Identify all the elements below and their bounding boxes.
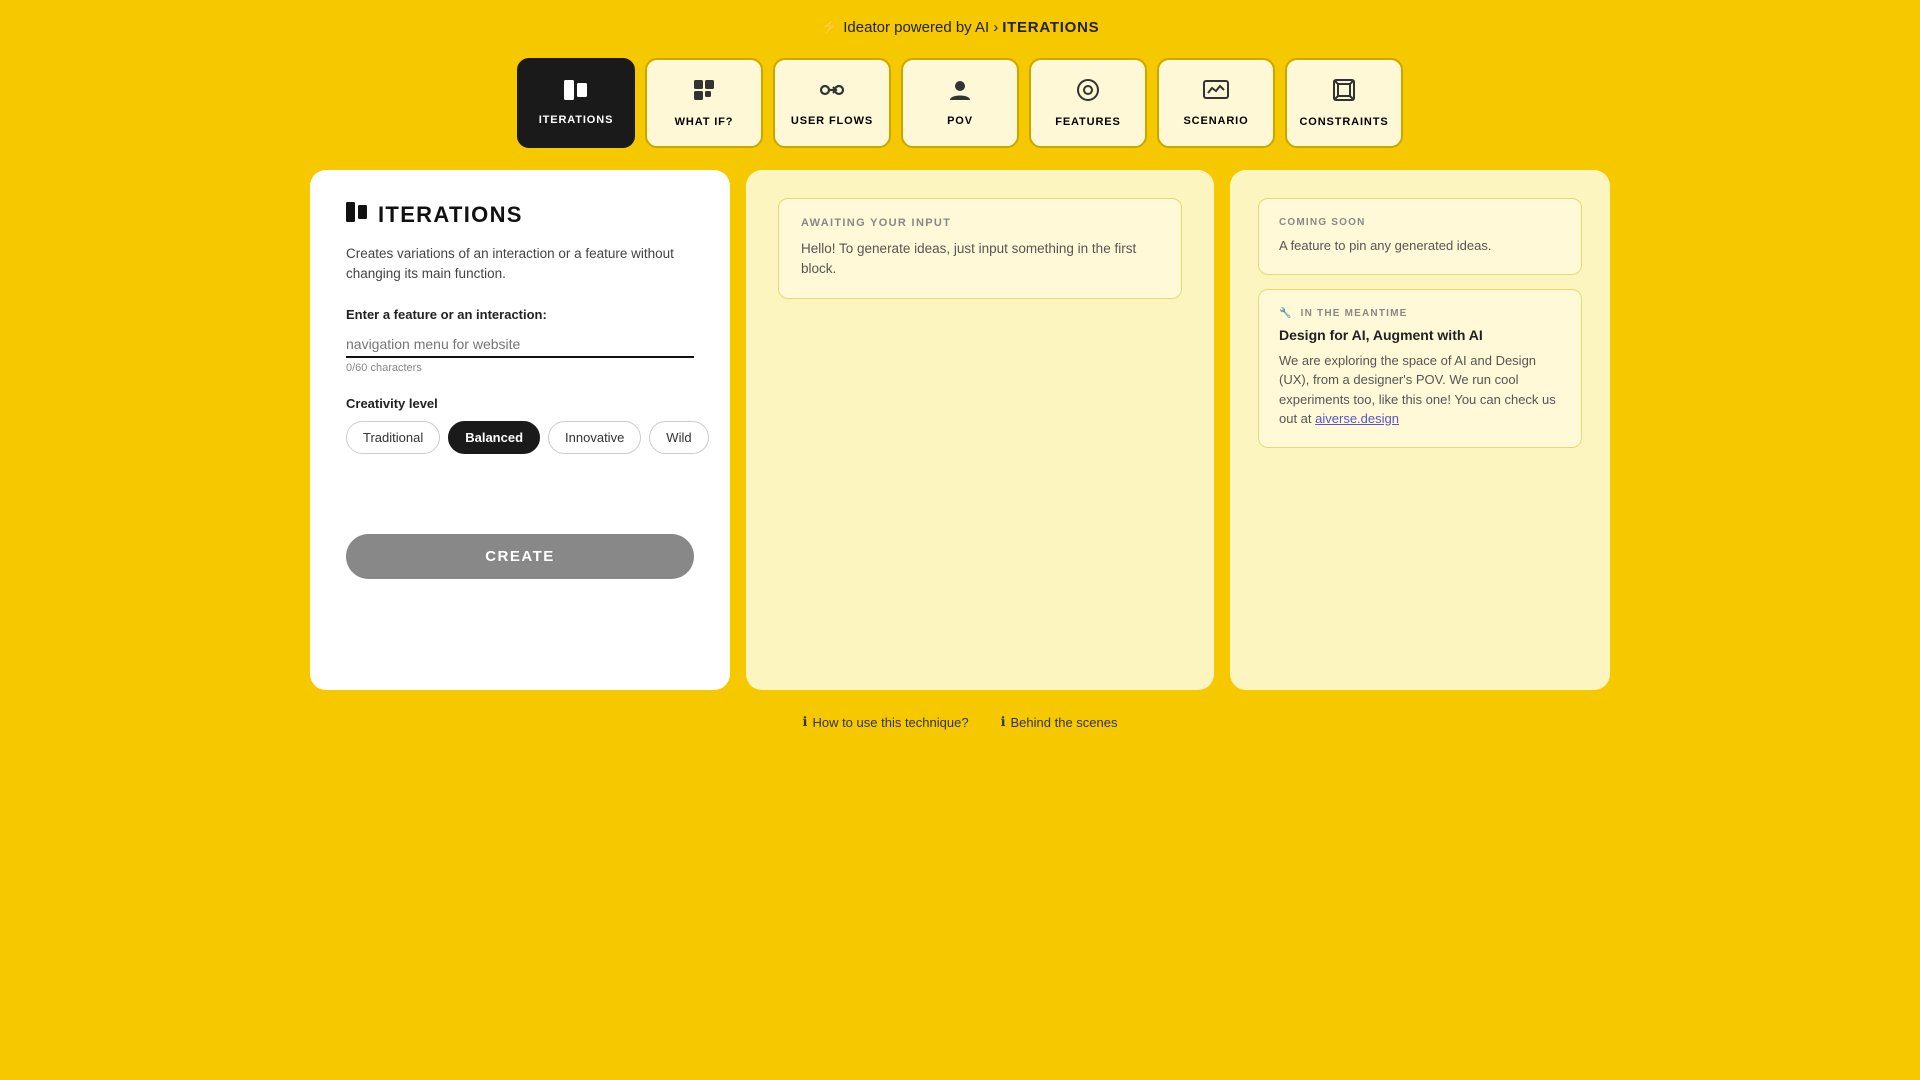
meantime-text: We are exploring the space of AI and Des… <box>1279 351 1561 429</box>
tab-scenario-label: SCENARIO <box>1183 115 1248 127</box>
creativity-balanced[interactable]: Balanced <box>448 421 540 454</box>
tab-scenario[interactable]: SCENARIO <box>1157 58 1275 148</box>
what-if-icon <box>692 78 716 108</box>
right-panel: COMING SOON A feature to pin any generat… <box>1230 170 1610 690</box>
aiverse-link[interactable]: aiverse.design <box>1315 411 1399 426</box>
scenario-icon <box>1203 79 1229 107</box>
meantime-title: Design for AI, Augment with AI <box>1279 327 1561 343</box>
footer: ℹ How to use this technique? ℹ Behind th… <box>803 714 1118 730</box>
behind-scenes-label: Behind the scenes <box>1011 715 1118 730</box>
creativity-label: Creativity level <box>346 396 694 411</box>
panel-title-row: ITERATIONS <box>346 202 694 228</box>
panel-title: ITERATIONS <box>378 202 523 228</box>
iterations-icon <box>564 80 588 106</box>
tab-features-label: FEATURES <box>1055 116 1121 128</box>
creativity-innovative[interactable]: Innovative <box>548 421 641 454</box>
field-label: Enter a feature or an interaction: <box>346 307 694 322</box>
pov-icon <box>948 79 972 107</box>
breadcrumb-prefix: Ideator powered by AI <box>843 19 989 36</box>
user-flows-icon <box>819 79 845 107</box>
middle-panel: AWAITING YOUR INPUT Hello! To generate i… <box>746 170 1214 690</box>
create-button[interactable]: CREATE <box>346 534 694 579</box>
creativity-traditional[interactable]: Traditional <box>346 421 440 454</box>
how-to-icon: ℹ <box>803 714 808 730</box>
tab-constraints-label: CONSTRAINTS <box>1299 116 1388 128</box>
how-to-link[interactable]: ℹ How to use this technique? <box>803 714 969 730</box>
tab-iterations-label: ITERATIONS <box>539 114 614 126</box>
breadcrumb: ⚡ Ideator powered by AI › ITERATIONS <box>821 18 1100 36</box>
features-icon <box>1076 78 1100 108</box>
coming-soon-card: COMING SOON A feature to pin any generat… <box>1258 198 1582 275</box>
breadcrumb-current: ITERATIONS <box>1002 19 1099 36</box>
lightning-icon: ⚡ <box>821 18 840 36</box>
behind-scenes-icon: ℹ <box>1001 714 1006 730</box>
tab-user-flows-label: USER FLOWS <box>791 115 873 127</box>
tab-constraints[interactable]: CONSTRAINTS <box>1285 58 1403 148</box>
panel-title-icon <box>346 202 368 228</box>
awaiting-title: AWAITING YOUR INPUT <box>801 217 1159 229</box>
creativity-wild[interactable]: Wild <box>649 421 708 454</box>
breadcrumb-separator: › <box>993 19 998 36</box>
panel-description: Creates variations of an interaction or … <box>346 244 694 285</box>
tab-pov[interactable]: POV <box>901 58 1019 148</box>
char-count: 0/60 characters <box>346 362 694 374</box>
feature-input[interactable] <box>346 330 694 358</box>
behind-scenes-link[interactable]: ℹ Behind the scenes <box>1001 714 1118 730</box>
coming-soon-text: A feature to pin any generated ideas. <box>1279 236 1561 256</box>
constraints-icon <box>1332 78 1356 108</box>
tab-what-if[interactable]: WHAT IF? <box>645 58 763 148</box>
creativity-options: Traditional Balanced Innovative Wild <box>346 421 694 454</box>
tab-pov-label: POV <box>947 115 973 127</box>
tab-user-flows[interactable]: USER FLOWS <box>773 58 891 148</box>
nav-tabs: ITERATIONS WHAT IF? USER FLOWS <box>517 58 1403 148</box>
awaiting-box: AWAITING YOUR INPUT Hello! To generate i… <box>778 198 1182 299</box>
tab-what-if-label: WHAT IF? <box>675 116 734 128</box>
tab-features[interactable]: FEATURES <box>1029 58 1147 148</box>
meantime-tag: 🔧 IN THE MEANTIME <box>1279 308 1561 319</box>
meantime-card: 🔧 IN THE MEANTIME Design for AI, Augment… <box>1258 289 1582 448</box>
left-panel: ITERATIONS Creates variations of an inte… <box>310 170 730 690</box>
coming-soon-tag: COMING SOON <box>1279 217 1561 228</box>
awaiting-text: Hello! To generate ideas, just input som… <box>801 239 1159 280</box>
tab-iterations[interactable]: ITERATIONS <box>517 58 635 148</box>
main-content: ITERATIONS Creates variations of an inte… <box>310 170 1610 690</box>
wrench-icon: 🔧 <box>1279 308 1293 319</box>
how-to-label: How to use this technique? <box>812 715 968 730</box>
